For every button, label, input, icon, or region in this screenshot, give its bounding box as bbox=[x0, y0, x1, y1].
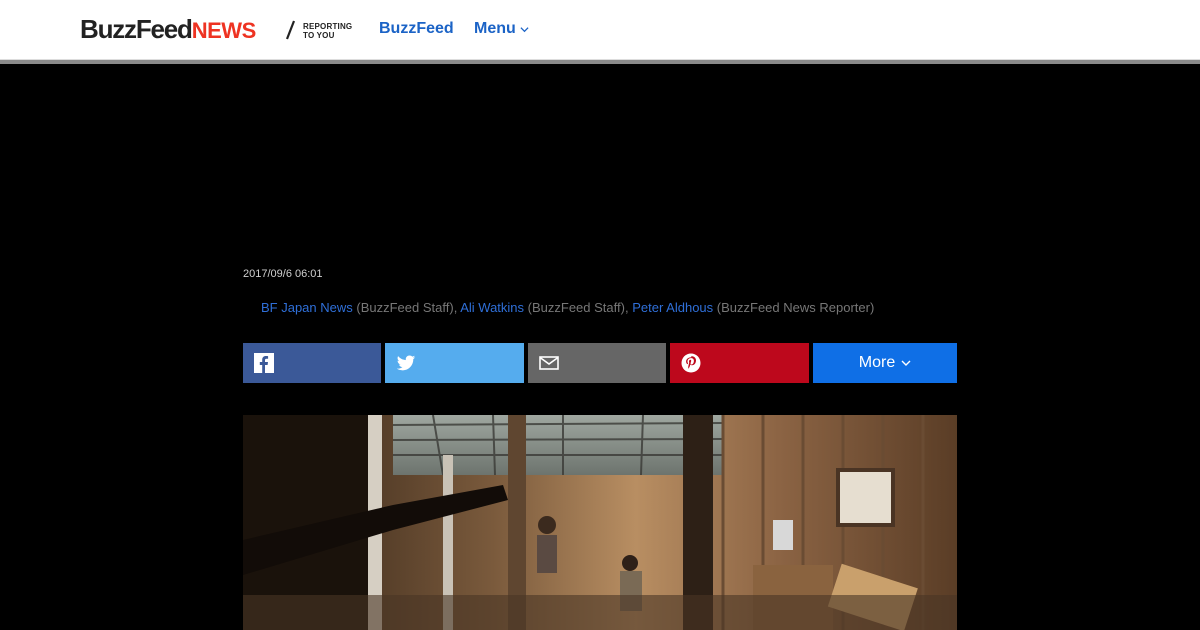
share-facebook-button[interactable] bbox=[243, 343, 381, 383]
byline: BF Japan News (BuzzFeed Staff), Ali Watk… bbox=[261, 300, 874, 315]
share-pinterest-button[interactable] bbox=[670, 343, 809, 383]
barn-interior-photo bbox=[243, 415, 957, 630]
article-hero-image bbox=[243, 415, 957, 630]
share-twitter-button[interactable] bbox=[385, 343, 524, 383]
tagline-line-1: REPORTING bbox=[303, 22, 353, 31]
share-more-button[interactable]: More bbox=[813, 343, 957, 383]
chevron-down-icon bbox=[901, 360, 911, 366]
nav-buzzfeed-link[interactable]: BuzzFeed bbox=[379, 20, 454, 38]
top-navigation-bar: BuzzFeed NEWS REPORTING TO YOU BuzzFeed … bbox=[0, 0, 1200, 60]
author-role: (BuzzFeed News Reporter) bbox=[716, 300, 875, 315]
author-role: (BuzzFeed Staff) bbox=[356, 300, 454, 315]
author-link-ali-watkins[interactable]: Ali Watkins bbox=[460, 300, 524, 315]
pinterest-icon bbox=[681, 353, 701, 373]
header-divider bbox=[0, 60, 1200, 64]
author-link-bf-japan-news[interactable]: BF Japan News bbox=[261, 300, 353, 315]
logo-buzzfeed-text: BuzzFeed bbox=[80, 14, 193, 44]
nav-menu-label: Menu bbox=[474, 20, 516, 37]
share-email-button[interactable] bbox=[528, 343, 666, 383]
share-more-label: More bbox=[858, 354, 896, 371]
email-icon bbox=[539, 356, 559, 370]
author-role: (BuzzFeed Staff) bbox=[527, 300, 625, 315]
slash-divider-icon bbox=[285, 20, 296, 40]
twitter-icon bbox=[396, 355, 416, 371]
author-link-peter-aldhous[interactable]: Peter Aldhous bbox=[632, 300, 713, 315]
buzzfeed-news-logo[interactable]: BuzzFeed NEWS bbox=[80, 14, 256, 44]
tagline: REPORTING TO YOU bbox=[303, 22, 363, 40]
tagline-line-2: TO YOU bbox=[303, 31, 335, 40]
chevron-down-icon bbox=[520, 26, 529, 32]
article-date: 2017/09/6 06:01 bbox=[243, 268, 323, 280]
nav-menu-button[interactable]: Menu bbox=[474, 20, 529, 38]
logo-news-text: NEWS bbox=[191, 18, 257, 43]
facebook-icon bbox=[254, 353, 274, 373]
